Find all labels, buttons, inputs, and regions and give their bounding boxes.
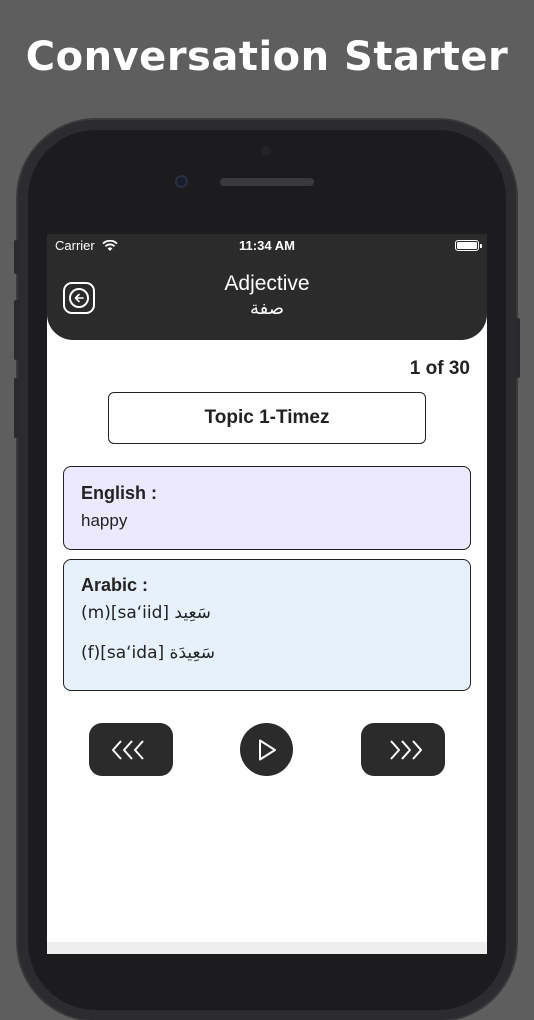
arabic-masculine: (m)[sa‘iid] سَعِيد [81,603,211,623]
earpiece-speaker [220,178,314,186]
clock: 11:34 AM [239,238,295,253]
app-screen: Carrier 11:34 AM Adjective صفة 1 of 30 T… [47,234,487,954]
promo-title: Conversation Starter [25,34,509,80]
arabic-card: Arabic : (m)[sa‘iid] سَعِيد (f)[sa‘ida] … [63,559,471,691]
battery-icon [455,240,482,251]
topic-button[interactable]: Topic 1-Timez [108,392,426,444]
page-title: Adjective [224,272,310,295]
progress-counter: 1 of 30 [409,358,470,379]
play-icon [258,739,276,760]
prev-icon [112,739,144,760]
next-button[interactable] [361,723,445,776]
page-subtitle: صفة [249,298,285,319]
previous-button[interactable] [89,723,173,776]
mute-switch [14,240,19,274]
volume-up-button [14,300,19,360]
english-label: English : [81,483,157,503]
status-bar: Carrier 11:34 AM [47,238,487,258]
power-button [515,318,520,378]
proximity-sensor [261,146,271,156]
play-button[interactable] [240,723,293,776]
english-card: English : happy [63,466,471,550]
front-camera [175,175,188,188]
next-icon [390,739,422,760]
bottom-bar [47,942,487,954]
arabic-feminine: (f)[sa‘ida] سَعِيدَة [81,643,215,663]
volume-down-button [14,378,19,438]
app-header: Carrier 11:34 AM Adjective صفة [47,234,487,340]
arabic-label: Arabic : [81,575,149,595]
english-word: happy [81,511,128,530]
